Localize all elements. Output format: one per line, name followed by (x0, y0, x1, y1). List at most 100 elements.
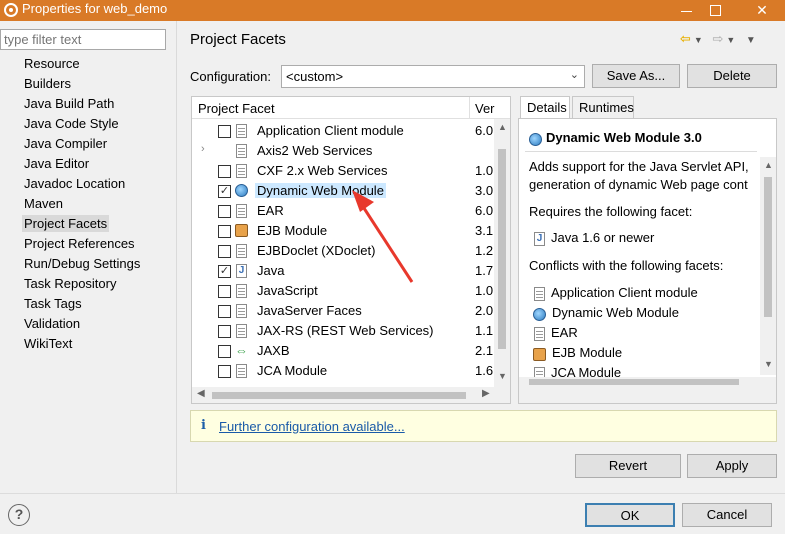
tab-details[interactable]: Details (520, 96, 570, 120)
apply-button[interactable]: Apply (687, 454, 777, 478)
nav-item-project-facets[interactable]: Project Facets (0, 214, 176, 234)
facet-description-line: generation of dynamic Web page cont (529, 177, 748, 192)
facet-checkbox[interactable] (218, 365, 231, 378)
facet-row[interactable]: JCA Module 1.6 (192, 361, 494, 381)
nav-item-label: Maven (24, 196, 64, 211)
facet-version[interactable]: 3.1 (475, 223, 493, 238)
further-configuration-link[interactable]: Further configuration available... (219, 419, 405, 434)
column-header-version[interactable]: Ver (475, 101, 495, 116)
nav-item-java-code-style[interactable]: Java Code Style (0, 114, 176, 134)
facet-row[interactable]: Application Client module 6.0 (192, 121, 494, 141)
facet-row[interactable]: JAX-RS (REST Web Services) 1.1 (192, 321, 494, 341)
facet-checkbox[interactable] (218, 165, 231, 178)
scroll-down-icon[interactable]: ▼ (498, 371, 507, 381)
arrow-line (358, 201, 414, 283)
nav-item-resource[interactable]: Resource (0, 54, 176, 74)
nav-item-java-editor[interactable]: Java Editor (0, 154, 176, 174)
nav-item-builders[interactable]: Builders (0, 74, 176, 94)
facet-checkbox[interactable] (218, 125, 231, 138)
nav-item-task-tags[interactable]: Task Tags (0, 294, 176, 314)
facet-row[interactable]: › Axis2 Web Services (192, 141, 494, 161)
facet-name: JavaServer Faces (257, 303, 362, 318)
nav-item-label: Resource (24, 56, 80, 71)
delete-button[interactable]: Delete (687, 64, 777, 88)
column-divider[interactable] (469, 97, 470, 119)
nav-item-maven[interactable]: Maven (0, 194, 176, 214)
scroll-up-icon[interactable]: ▲ (764, 160, 773, 170)
scroll-thumb[interactable] (498, 149, 506, 349)
sash-divider[interactable] (176, 21, 177, 493)
facet-version[interactable]: 1.7 (475, 263, 493, 278)
scroll-thumb[interactable] (764, 177, 772, 317)
facet-checkbox[interactable]: ✓ (218, 185, 231, 198)
chevron-right-icon[interactable]: › (201, 143, 205, 155)
facet-version[interactable]: 6.0 (475, 123, 493, 138)
tab-runtimes[interactable]: Runtimes (572, 96, 634, 119)
facet-name: JAX-RS (REST Web Services) (257, 323, 434, 338)
nav-item-wikitext[interactable]: WikiText (0, 334, 176, 354)
scroll-thumb[interactable] (529, 379, 739, 385)
facet-name: JCA Module (257, 363, 328, 378)
details-horizontal-scrollbar[interactable] (519, 377, 776, 403)
horizontal-scrollbar[interactable]: ◀ ▶ (192, 387, 510, 403)
facet-version[interactable]: 1.1 (475, 323, 493, 338)
help-icon[interactable]: ? (8, 504, 30, 526)
revert-button[interactable]: Revert (575, 454, 681, 478)
nav-item-java-compiler[interactable]: Java Compiler (0, 134, 176, 154)
nav-item-project-references[interactable]: Project References (0, 234, 176, 254)
facet-row[interactable]: CXF 2.x Web Services 1.0 (192, 161, 494, 181)
nav-item-java-build-path[interactable]: Java Build Path (0, 94, 176, 114)
globe-icon (529, 132, 542, 146)
facet-version[interactable]: 2.0 (475, 303, 493, 318)
document-icon (235, 203, 249, 219)
facet-version[interactable]: 1.6 (475, 363, 493, 378)
column-header-project-facet[interactable]: Project Facet (198, 101, 275, 116)
back-arrow-icon[interactable]: ⇦ (680, 31, 691, 46)
cancel-button[interactable]: Cancel (682, 503, 772, 527)
facet-checkbox[interactable]: ✓ (218, 265, 231, 278)
facet-checkbox[interactable] (218, 205, 231, 218)
facet-row[interactable]: JavaServer Faces 2.0 (192, 301, 494, 321)
facet-version[interactable]: 6.0 (475, 203, 493, 218)
scroll-down-icon[interactable]: ▼ (764, 359, 773, 369)
details-vertical-scrollbar[interactable]: ▲ ▼ (760, 157, 776, 375)
scroll-up-icon[interactable]: ▲ (498, 122, 507, 132)
facet-checkbox[interactable] (218, 225, 231, 238)
document-icon (235, 123, 249, 139)
maximize-button[interactable] (693, 0, 737, 21)
document-icon-glyph (236, 364, 247, 378)
scroll-left-icon[interactable]: ◀ (197, 388, 205, 399)
nav-item-task-repository[interactable]: Task Repository (0, 274, 176, 294)
view-menu-icon[interactable]: ▼ (746, 35, 756, 46)
forward-arrow-icon[interactable]: ⇨ (712, 31, 723, 46)
facet-checkbox[interactable] (218, 245, 231, 258)
ok-button[interactable]: OK (585, 503, 675, 527)
facet-version[interactable]: 1.0 (475, 163, 493, 178)
info-bar: i Further configuration available... (190, 410, 777, 442)
facet-version[interactable]: 3.0 (475, 183, 493, 198)
vertical-scrollbar[interactable]: ▲ ▼ (494, 119, 510, 387)
facet-checkbox[interactable] (218, 305, 231, 318)
close-button[interactable]: ✕ (740, 0, 784, 21)
title-bar: Properties for web_demo ✕ (0, 0, 785, 21)
configuration-select[interactable]: <custom> ⌄ (281, 65, 585, 88)
facet-checkbox[interactable] (218, 325, 231, 338)
nav-item-validation[interactable]: Validation (0, 314, 176, 334)
back-dropdown-icon[interactable]: ▼ (694, 35, 703, 45)
annotation-arrow (352, 190, 414, 283)
facet-version[interactable]: 2.1 (475, 343, 493, 358)
filter-input[interactable] (0, 29, 166, 50)
nav-item-label: Java Compiler (24, 136, 108, 151)
facet-checkbox[interactable] (218, 285, 231, 298)
document-icon-glyph (236, 304, 247, 318)
facet-version[interactable]: 1.0 (475, 283, 493, 298)
facet-checkbox[interactable] (218, 345, 231, 358)
facet-detail-title: Dynamic Web Module 3.0 (529, 130, 702, 146)
nav-item-run-debug-settings[interactable]: Run/Debug Settings (0, 254, 176, 274)
forward-dropdown-icon[interactable]: ▼ (726, 35, 735, 45)
facet-row[interactable]: ⇔ JAXB 2.1 (192, 341, 494, 361)
nav-item-javadoc-location[interactable]: Javadoc Location (0, 174, 176, 194)
save-as-button[interactable]: Save As... (592, 64, 680, 88)
scroll-right-icon[interactable]: ▶ (482, 388, 490, 399)
scroll-thumb[interactable] (212, 392, 466, 399)
